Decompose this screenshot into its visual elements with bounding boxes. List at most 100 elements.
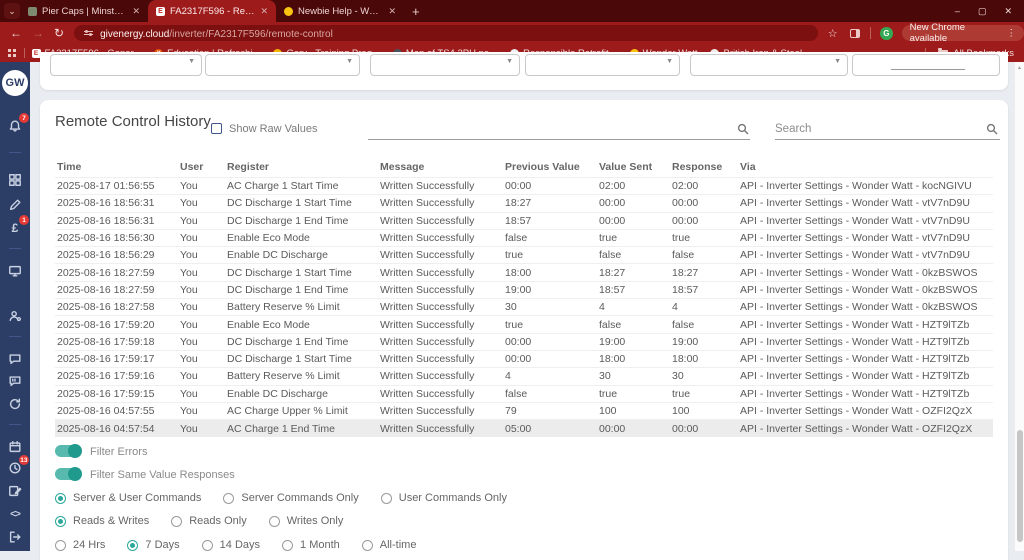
time-range-option[interactable]: 24 Hrs (55, 539, 105, 551)
table-row: 2025-08-16 17:59:20 You Enable Eco Mode Wri… (55, 315, 993, 334)
back-button[interactable]: ← (10, 26, 22, 40)
table-cell: Written Successfully (378, 367, 503, 386)
table-cell: DC Discharge 1 End Time (225, 332, 378, 351)
sync-refresh-icon[interactable] (7, 396, 23, 412)
table-column-header: Response (672, 161, 723, 173)
settings-card-partial: ▼ ▼ ▼ ▼ ▼ (40, 52, 1008, 90)
read-write-option[interactable]: Reads & Writes (55, 515, 149, 527)
new-tab-button[interactable]: + (412, 4, 420, 19)
setting-input[interactable] (852, 54, 1000, 76)
side-panel-icon[interactable] (849, 28, 861, 38)
kebab-menu-icon[interactable]: ⋮ (1006, 28, 1016, 39)
tariff-pound-icon[interactable]: £ 1 (7, 215, 29, 236)
setting-select[interactable]: ▼ (205, 54, 360, 76)
reload-button[interactable]: ↻ (54, 26, 64, 40)
time-range-option[interactable]: All-time (361, 539, 416, 551)
pier-caps-favicon (28, 6, 37, 16)
radio-label: 24 Hrs (73, 539, 106, 551)
maximize-button[interactable]: ▢ (978, 6, 987, 17)
api-code-icon[interactable]: <> (7, 506, 23, 522)
browser-tab-3[interactable]: Newbie Help - Wonder Watt C... ✕ (276, 0, 404, 22)
table-cell: API - Inverter Settings - Wonder Watt - … (738, 228, 993, 247)
radio-button-icon[interactable] (55, 539, 66, 551)
table-cell: 00:00 (670, 194, 738, 213)
sidebar-divider (9, 336, 21, 337)
radio-button-icon[interactable] (361, 539, 373, 551)
scrollbar-thumb[interactable] (1017, 430, 1023, 542)
tab-close-icon[interactable]: ✕ (260, 6, 268, 17)
search-input[interactable]: Search (775, 120, 1000, 140)
radio-label: Writes Only (286, 515, 344, 527)
table-cell: 00:00 (670, 419, 738, 437)
setting-select[interactable]: ▼ (690, 54, 848, 76)
command-source-option[interactable]: User Commands Only (380, 492, 507, 504)
read-write-option[interactable]: Writes Only (268, 515, 344, 527)
apps-grid-icon[interactable] (8, 49, 16, 57)
time-range-option[interactable]: 14 Days (201, 539, 260, 551)
dashboard-grid-icon[interactable] (7, 172, 23, 188)
tab-close-icon[interactable]: ✕ (132, 6, 140, 17)
filter-search-input[interactable] (368, 120, 750, 140)
radio-button-icon[interactable] (380, 492, 392, 504)
logout-icon[interactable] (7, 529, 23, 545)
radio-button-icon[interactable] (55, 515, 66, 527)
chat-icon[interactable] (7, 351, 23, 367)
tab-label: FA2317F596 - Remote Control | (170, 5, 255, 17)
search-icon (737, 122, 749, 135)
sidebar-divider (9, 152, 21, 153)
radio-button-icon[interactable] (201, 539, 213, 551)
chrome-update-button[interactable]: New Chrome available ⋮ (901, 22, 1024, 44)
show-raw-values-checkbox[interactable] (211, 123, 222, 134)
time-range-option[interactable]: 7 Days (127, 539, 180, 551)
radio-button-icon[interactable] (268, 515, 280, 527)
page-scrollbar[interactable]: ▲ (1014, 62, 1024, 551)
radio-button-icon[interactable] (55, 492, 66, 504)
minimize-button[interactable]: – (955, 6, 960, 16)
radio-button-icon[interactable] (171, 515, 183, 527)
radio-button-icon[interactable] (223, 492, 235, 504)
table-cell: You (178, 419, 225, 437)
edit-pencil-icon[interactable] (7, 197, 23, 213)
forward-button[interactable]: → (32, 26, 44, 40)
close-button[interactable]: ✕ (1004, 6, 1012, 17)
history-clock-icon[interactable]: 13 (7, 455, 29, 476)
filter-same-value-toggle[interactable] (55, 467, 82, 481)
notes-edit-icon[interactable] (7, 483, 23, 499)
table-cell: Written Successfully (378, 298, 503, 316)
table-cell: 00:00 (503, 332, 597, 351)
command-source-option[interactable]: Server Commands Only (223, 492, 359, 504)
profile-avatar[interactable]: G (880, 26, 893, 40)
browser-tab-1[interactable]: Pier Caps | Minster Paving | Wa... ✕ (20, 0, 148, 22)
gw-logo[interactable]: GW (2, 70, 28, 96)
setting-select[interactable]: ▼ (525, 54, 680, 76)
table-cell: 02:00 (670, 176, 738, 195)
feedback-quote-icon[interactable] (7, 373, 23, 389)
bookmark-star-icon[interactable]: ☆ (828, 27, 838, 40)
radio-button-icon[interactable] (282, 539, 294, 551)
account-settings-icon[interactable] (7, 308, 23, 324)
site-settings-icon[interactable] (84, 29, 94, 37)
table-cell: 18:57 (597, 280, 670, 299)
setting-select[interactable]: ▼ (370, 54, 520, 76)
radio-label: 7 Days (145, 539, 180, 551)
table-cell: Written Successfully (378, 194, 503, 213)
notifications-bell-icon[interactable]: 7 (7, 113, 29, 134)
table-cell: You (178, 194, 225, 213)
table-cell: 2025-08-17 01:56:55 (55, 176, 178, 195)
read-write-option[interactable]: Reads Only (171, 515, 247, 527)
setting-select[interactable]: ▼ (50, 54, 202, 76)
monitor-icon[interactable] (7, 263, 23, 279)
time-range-option[interactable]: 1 Month (282, 539, 340, 551)
tab-close-icon[interactable]: ✕ (388, 6, 396, 17)
filter-errors-toggle[interactable] (55, 444, 82, 458)
command-source-option[interactable]: Server & User Commands (55, 492, 201, 504)
table-cell: Enable DC Discharge (225, 246, 378, 264)
browser-tab-2-active[interactable]: E FA2317F596 - Remote Control | ✕ (148, 0, 276, 22)
address-bar[interactable]: givenergy.cloud/inverter/FA2317F596/remo… (74, 25, 818, 41)
radio-button-icon[interactable] (127, 539, 139, 551)
scroll-up-arrow-icon[interactable]: ▲ (1017, 65, 1022, 71)
table-cell: 2025-08-16 17:59:18 (55, 332, 178, 351)
tab-search-chevron-icon[interactable]: ⌄ (4, 3, 20, 19)
calendar-icon[interactable] (7, 439, 23, 455)
table-column-header: Value Sent (599, 161, 653, 173)
